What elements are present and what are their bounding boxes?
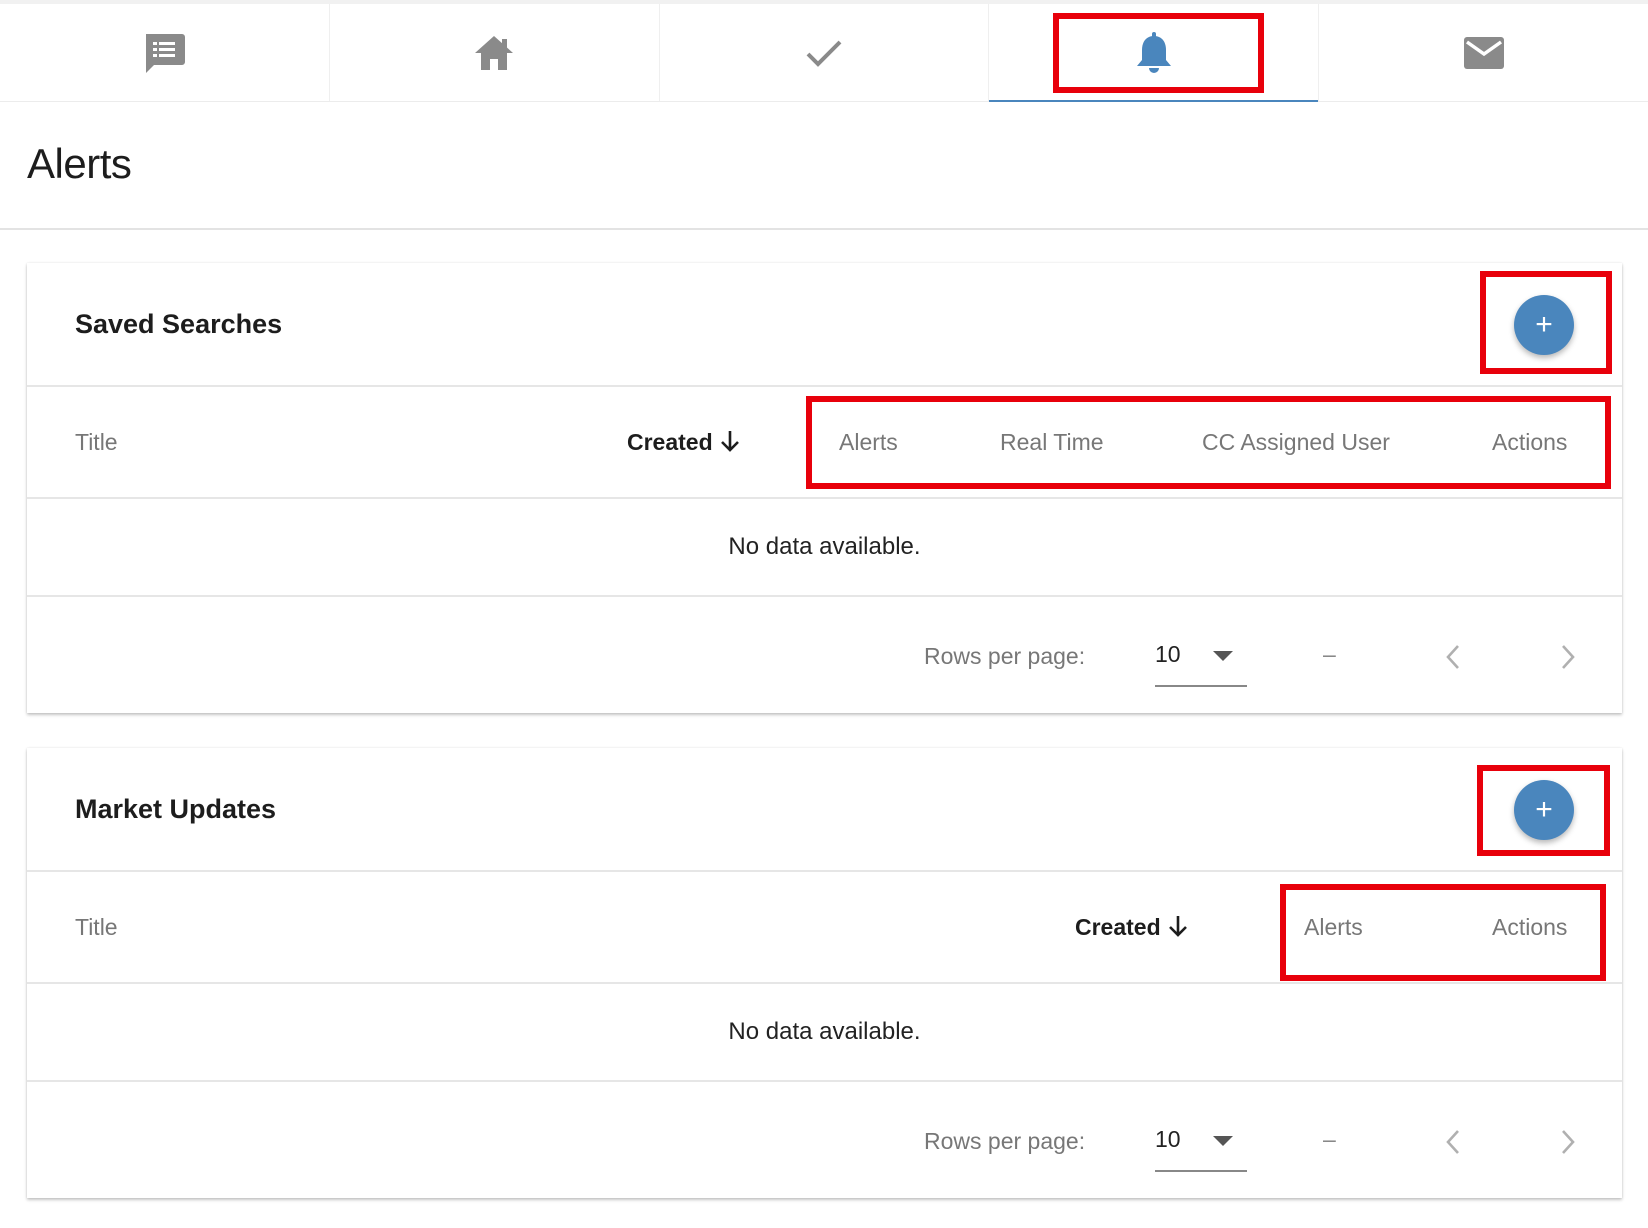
column-created-label: Created [1075,914,1161,940]
plus-icon: + [1535,793,1553,826]
rows-per-page-select[interactable]: 10 [1155,1126,1247,1172]
mail-icon [1463,36,1504,69]
alerts-page: Alerts Saved Searches + Title Created Al… [0,0,1648,1228]
next-page-button[interactable] [1548,637,1588,677]
page-range-text: – [1323,641,1336,667]
next-page-button[interactable] [1548,1122,1588,1162]
top-tab-bar [0,0,1648,102]
column-real-time[interactable]: Real Time [1000,429,1104,456]
caret-down-icon [1213,1136,1233,1146]
home-icon [475,35,514,70]
arrow-down-icon [1168,916,1187,937]
add-saved-search-button[interactable]: + [1514,295,1574,355]
tab-mail[interactable] [1319,4,1648,101]
tab-tasks[interactable] [660,4,990,101]
saved-searches-card: Saved Searches + Title Created Alerts Re… [27,263,1622,713]
market-updates-table-header: Title Created Alerts Actions [27,872,1622,984]
rows-per-page-value: 10 [1155,641,1181,667]
column-alerts[interactable]: Alerts [839,429,898,456]
message-list-icon [146,33,186,73]
column-alerts[interactable]: Alerts [1304,914,1363,941]
rows-per-page-label: Rows per page: [924,1128,1086,1154]
chevron-left-icon [1446,645,1459,669]
empty-state-text: No data available. [728,533,921,560]
column-title[interactable]: Title [75,429,118,456]
rows-per-page-select[interactable]: 10 [1155,641,1247,687]
empty-state-text: No data available. [728,1018,921,1045]
add-market-update-button[interactable]: + [1514,780,1574,840]
column-created-label: Created [627,429,713,455]
rows-per-page-value: 10 [1155,1126,1181,1152]
caret-down-icon [1213,651,1233,661]
tab-alerts[interactable] [989,4,1320,102]
column-created-sort[interactable]: Created [1075,914,1189,941]
saved-searches-table-header: Title Created Alerts Real Time CC Assign… [27,387,1622,499]
tab-messages[interactable] [0,4,330,101]
column-actions: Actions [1492,429,1568,455]
page-range-text: – [1323,1126,1336,1152]
chevron-right-icon [1562,645,1575,669]
saved-searches-header: Saved Searches + [27,263,1622,387]
plus-icon: + [1535,308,1553,341]
market-updates-pagination: Rows per page: 10 – [27,1082,1622,1198]
column-actions: Actions [1492,914,1568,940]
saved-searches-title: Saved Searches [75,309,283,339]
market-updates-header: Market Updates + [27,748,1622,872]
tab-home[interactable] [330,4,660,101]
page-header: Alerts [0,102,1648,230]
column-cc-assigned-user[interactable]: CC Assigned User [1202,429,1390,456]
market-updates-table-body: No data available. [27,984,1622,1082]
bell-icon [1136,31,1171,73]
chevron-left-icon [1446,1130,1459,1154]
rows-per-page-label: Rows per page: [924,643,1086,669]
saved-searches-table-body: No data available. [27,499,1622,597]
saved-searches-pagination: Rows per page: 10 – [27,597,1622,713]
column-created-sort[interactable]: Created [627,429,741,456]
column-title[interactable]: Title [75,914,118,941]
page-title: Alerts [27,140,132,187]
market-updates-card: Market Updates + Title Created Alerts Ac… [27,748,1622,1198]
chevron-right-icon [1562,1130,1575,1154]
previous-page-button[interactable] [1433,1122,1473,1162]
arrow-down-icon [720,431,739,452]
check-icon [806,40,842,67]
market-updates-title: Market Updates [75,794,277,824]
previous-page-button[interactable] [1433,637,1473,677]
